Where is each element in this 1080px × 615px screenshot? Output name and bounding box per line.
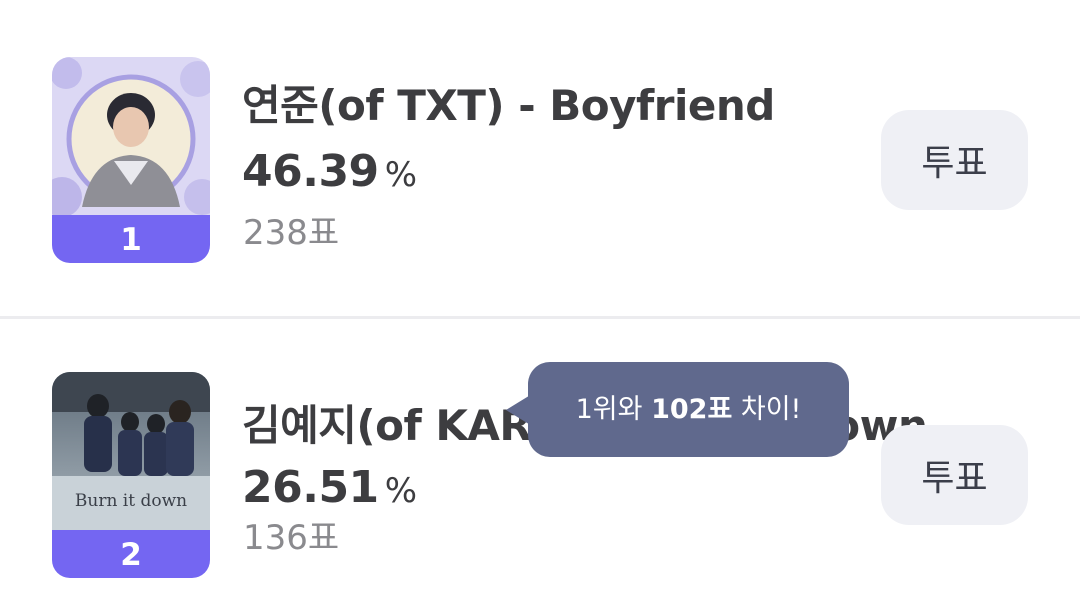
vote-count: 136표 bbox=[243, 518, 340, 558]
vote-button[interactable]: 투표 bbox=[881, 425, 1028, 525]
svg-text:Burn it down: Burn it down bbox=[75, 491, 187, 511]
divider bbox=[0, 316, 1080, 319]
vote-gap-tooltip: 1위와 102표 차이! bbox=[528, 362, 849, 457]
tooltip-suffix: 차이! bbox=[732, 394, 802, 425]
song-title: 연준(of TXT) - Boyfriend bbox=[242, 81, 775, 130]
rank-badge: 1 bbox=[52, 215, 210, 263]
ranking-item-1: 1 연준(of TXT) - Boyfriend 46.39% 238표 투표 bbox=[0, 0, 1080, 318]
album-cover-image[interactable]: 1 bbox=[52, 57, 210, 263]
vote-percentage: 26.51% bbox=[242, 462, 417, 513]
percent-unit: % bbox=[384, 471, 417, 511]
percent-unit: % bbox=[384, 155, 417, 195]
tooltip-highlight: 102표 bbox=[651, 394, 733, 425]
percent-value: 46.39 bbox=[242, 146, 379, 197]
vote-percentage: 46.39% bbox=[242, 146, 417, 197]
vote-count: 238표 bbox=[243, 213, 340, 253]
album-cover-image[interactable]: Burn it down 2 bbox=[52, 372, 210, 578]
album-cover-art bbox=[52, 57, 210, 215]
vote-button[interactable]: 투표 bbox=[881, 110, 1028, 210]
percent-value: 26.51 bbox=[242, 462, 379, 513]
album-cover-art: Burn it down bbox=[52, 372, 210, 530]
tooltip-prefix: 1위와 bbox=[575, 394, 652, 425]
rank-badge: 2 bbox=[52, 530, 210, 578]
